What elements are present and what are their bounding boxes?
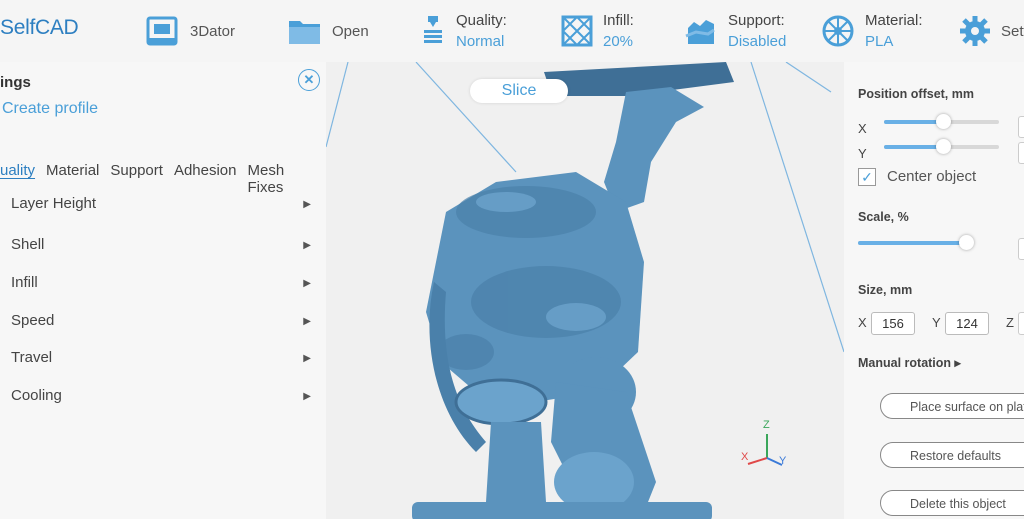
- size-x-input[interactable]: 156: [871, 312, 915, 335]
- printer-label: 3Dator: [190, 22, 236, 40]
- size-y-label: Y: [932, 315, 941, 330]
- panel-title: ings: [0, 74, 31, 91]
- quality-button[interactable]: Quality: Normal: [420, 0, 507, 62]
- create-profile-link[interactable]: Create profile: [2, 100, 98, 118]
- size-z-input[interactable]: [1018, 312, 1024, 335]
- section-label: Shell: [11, 236, 45, 253]
- section-infill[interactable]: Infill ▶: [11, 274, 311, 291]
- infill-label: Infill:: [603, 12, 634, 29]
- size-x-label: X: [858, 315, 867, 330]
- material-button[interactable]: Material: PLA: [821, 0, 923, 62]
- print-settings-panel: ings ✕ Create profile uality Material Su…: [0, 62, 326, 519]
- support-value: Disabled: [728, 33, 787, 50]
- slider-knob[interactable]: [936, 139, 951, 154]
- settings-tabs: uality Material Support Adhesion Mesh Fi…: [0, 162, 326, 196]
- place-surface-button[interactable]: Place surface on plate: [880, 393, 1024, 419]
- gear-icon: [960, 16, 990, 46]
- section-layer-height[interactable]: Layer Height ▶: [11, 195, 311, 212]
- section-shell[interactable]: Shell ▶: [11, 236, 311, 253]
- slider-fill: [884, 120, 943, 124]
- top-toolbar: SelfCAD 3Dator Open Quality: Normal Infi…: [0, 0, 1024, 62]
- slider-knob[interactable]: [936, 114, 951, 129]
- open-button[interactable]: Open: [288, 0, 369, 62]
- slice-button[interactable]: Slice: [470, 79, 568, 103]
- center-object-checkbox[interactable]: ✓: [858, 168, 876, 186]
- section-label: Layer Height: [11, 195, 97, 212]
- material-spool-icon: [822, 15, 854, 47]
- folder-icon: [289, 21, 320, 44]
- center-object-label: Center object: [887, 168, 977, 185]
- infill-icon: [561, 15, 593, 47]
- open-label: Open: [332, 22, 369, 40]
- axis-gizmo: [747, 434, 783, 466]
- scale-slider[interactable]: [858, 235, 974, 250]
- quality-icon: [424, 16, 442, 43]
- scene-canvas: [326, 62, 844, 519]
- tab-material[interactable]: Material: [46, 162, 99, 196]
- logo-text: SelfCAD: [0, 16, 79, 39]
- tab-quality[interactable]: uality: [0, 162, 35, 196]
- slider-fill: [884, 145, 943, 149]
- axis-y-label: Y: [779, 455, 787, 467]
- slider-fill: [858, 241, 966, 245]
- position-offset-title: Position offset, mm: [858, 87, 974, 101]
- support-icon: [685, 20, 715, 44]
- position-y-label: Y: [858, 146, 867, 161]
- settings-button[interactable]: Sett: [959, 0, 1024, 62]
- axis-z-label: Z: [763, 419, 770, 431]
- quality-value: Normal: [456, 33, 505, 50]
- section-cooling[interactable]: Cooling ▶: [11, 387, 311, 404]
- infill-button[interactable]: Infill: 20%: [561, 0, 634, 62]
- position-x-label: X: [858, 121, 867, 136]
- material-value: PLA: [865, 33, 894, 50]
- chevron-right-icon: ▶: [303, 353, 311, 364]
- selfcad-logo[interactable]: SelfCAD: [0, 16, 79, 40]
- support-button[interactable]: Support: Disabled: [684, 0, 786, 62]
- chevron-right-icon: ▶: [303, 316, 311, 327]
- printer-button[interactable]: 3Dator: [146, 0, 235, 62]
- material-label: Material:: [865, 12, 923, 29]
- scale-title: Scale, %: [858, 210, 909, 224]
- section-label: Travel: [11, 349, 53, 366]
- axis-x-label: X: [741, 451, 749, 463]
- chevron-right-icon: ▶: [303, 240, 311, 251]
- tab-adhesion[interactable]: Adhesion: [174, 162, 237, 196]
- tab-mesh-fixes[interactable]: Mesh Fixes: [248, 162, 316, 196]
- chevron-right-icon: ▶: [303, 199, 311, 210]
- scale-input[interactable]: [1018, 238, 1024, 260]
- size-z-label: Z: [1006, 315, 1014, 330]
- chevron-right-icon: ▶: [303, 278, 311, 289]
- position-x-slider[interactable]: [884, 114, 999, 129]
- quality-label: Quality:: [456, 12, 507, 29]
- manual-rotation-toggle[interactable]: Manual rotation ▸: [858, 355, 961, 370]
- support-label: Support:: [728, 12, 785, 29]
- chevron-right-icon: ▶: [303, 391, 311, 402]
- section-label: Infill: [11, 274, 38, 291]
- section-travel[interactable]: Travel ▶: [11, 349, 311, 366]
- delete-object-button[interactable]: Delete this object: [880, 490, 1024, 516]
- section-label: Speed: [11, 312, 55, 329]
- position-x-input[interactable]: [1018, 116, 1024, 138]
- slider-knob[interactable]: [959, 235, 974, 250]
- section-speed[interactable]: Speed ▶: [11, 312, 311, 329]
- printer-icon: [146, 16, 178, 46]
- size-y-input[interactable]: 124: [945, 312, 989, 335]
- section-label: Cooling: [11, 387, 62, 404]
- position-y-input[interactable]: [1018, 142, 1024, 164]
- restore-defaults-button[interactable]: Restore defaults: [880, 442, 1024, 468]
- close-icon[interactable]: ✕: [298, 69, 320, 91]
- infill-value: 20%: [603, 33, 634, 50]
- position-y-slider[interactable]: [884, 139, 999, 154]
- settings-label: Sett: [1001, 22, 1024, 40]
- object-properties-panel: Position offset, mm X Y ✓ Center object …: [844, 62, 1024, 519]
- 3d-viewport[interactable]: Z X Y Slice: [326, 62, 844, 519]
- size-title: Size, mm: [858, 283, 913, 297]
- tab-support[interactable]: Support: [110, 162, 163, 196]
